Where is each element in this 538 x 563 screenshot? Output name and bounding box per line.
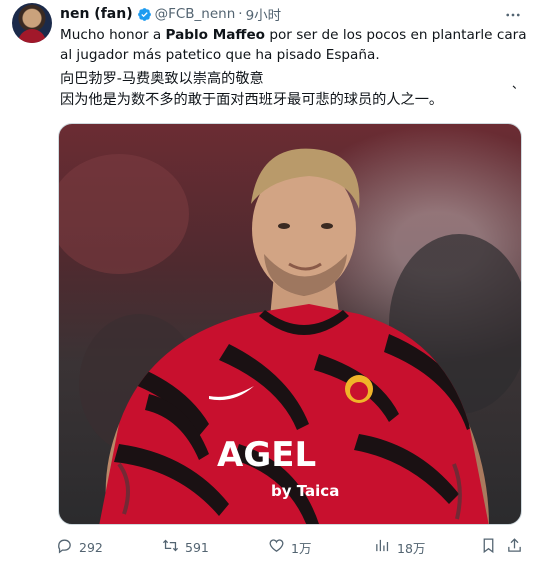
reply-count: 292 (79, 539, 103, 555)
tweet-header: nen (fan) @FCB_nenn · 9小时 (60, 4, 526, 24)
reply-button[interactable]: 292 (56, 537, 103, 557)
sponsor-text: AGEL (217, 435, 316, 475)
verified-badge-icon (137, 7, 152, 22)
tweet-text-spanish: Mucho honor a Pablo Maffeo por ser de lo… (60, 25, 530, 65)
like-icon (268, 537, 285, 557)
views-count: 18万 (397, 540, 426, 556)
views-icon (374, 537, 391, 557)
like-count: 1万 (291, 540, 312, 556)
bookmark-button[interactable] (480, 537, 497, 557)
retweet-icon (162, 537, 179, 557)
reply-icon (56, 537, 73, 557)
tweet-time[interactable]: 9小时 (246, 4, 282, 24)
bookmark-icon (480, 537, 497, 557)
tweet-text-zh-mark: 、 (512, 77, 525, 91)
retweet-button[interactable]: 591 (162, 537, 209, 557)
sponsor-subtext: by Taica (271, 482, 339, 500)
like-button[interactable]: 1万 (268, 537, 311, 557)
retweet-count: 591 (185, 539, 209, 555)
views-button[interactable]: 18万 (374, 537, 425, 557)
author-avatar[interactable] (12, 3, 52, 43)
author-handle[interactable]: @FCB_nenn (155, 6, 236, 22)
tweet-actions: 292 591 1万 18万 (56, 537, 526, 557)
tweet-photo[interactable]: AGEL by Taica (58, 123, 522, 525)
share-icon (506, 537, 523, 557)
separator-dot: · (238, 6, 243, 22)
tweet-text-bold-name: Pablo Maffeo (165, 27, 266, 43)
author-name[interactable]: nen (fan) (60, 6, 133, 22)
photo-illustration: AGEL by Taica (59, 148, 521, 524)
tweet-text-prefix: Mucho honor a (60, 27, 166, 43)
tweet-text-zh-line1: 向巴勃罗-马费奥致以崇高的敬意 (60, 71, 264, 87)
tweet-text-chinese: 向巴勃罗-马费奥致以崇高的敬意 因为他是为数不多的敢于面对西班牙最可悲的球员的人… (60, 69, 530, 111)
tweet-text-zh-line2: 因为他是为数不多的敢于面对西班牙最可悲的球员的人之一。 (60, 92, 444, 108)
share-button[interactable] (506, 537, 523, 557)
